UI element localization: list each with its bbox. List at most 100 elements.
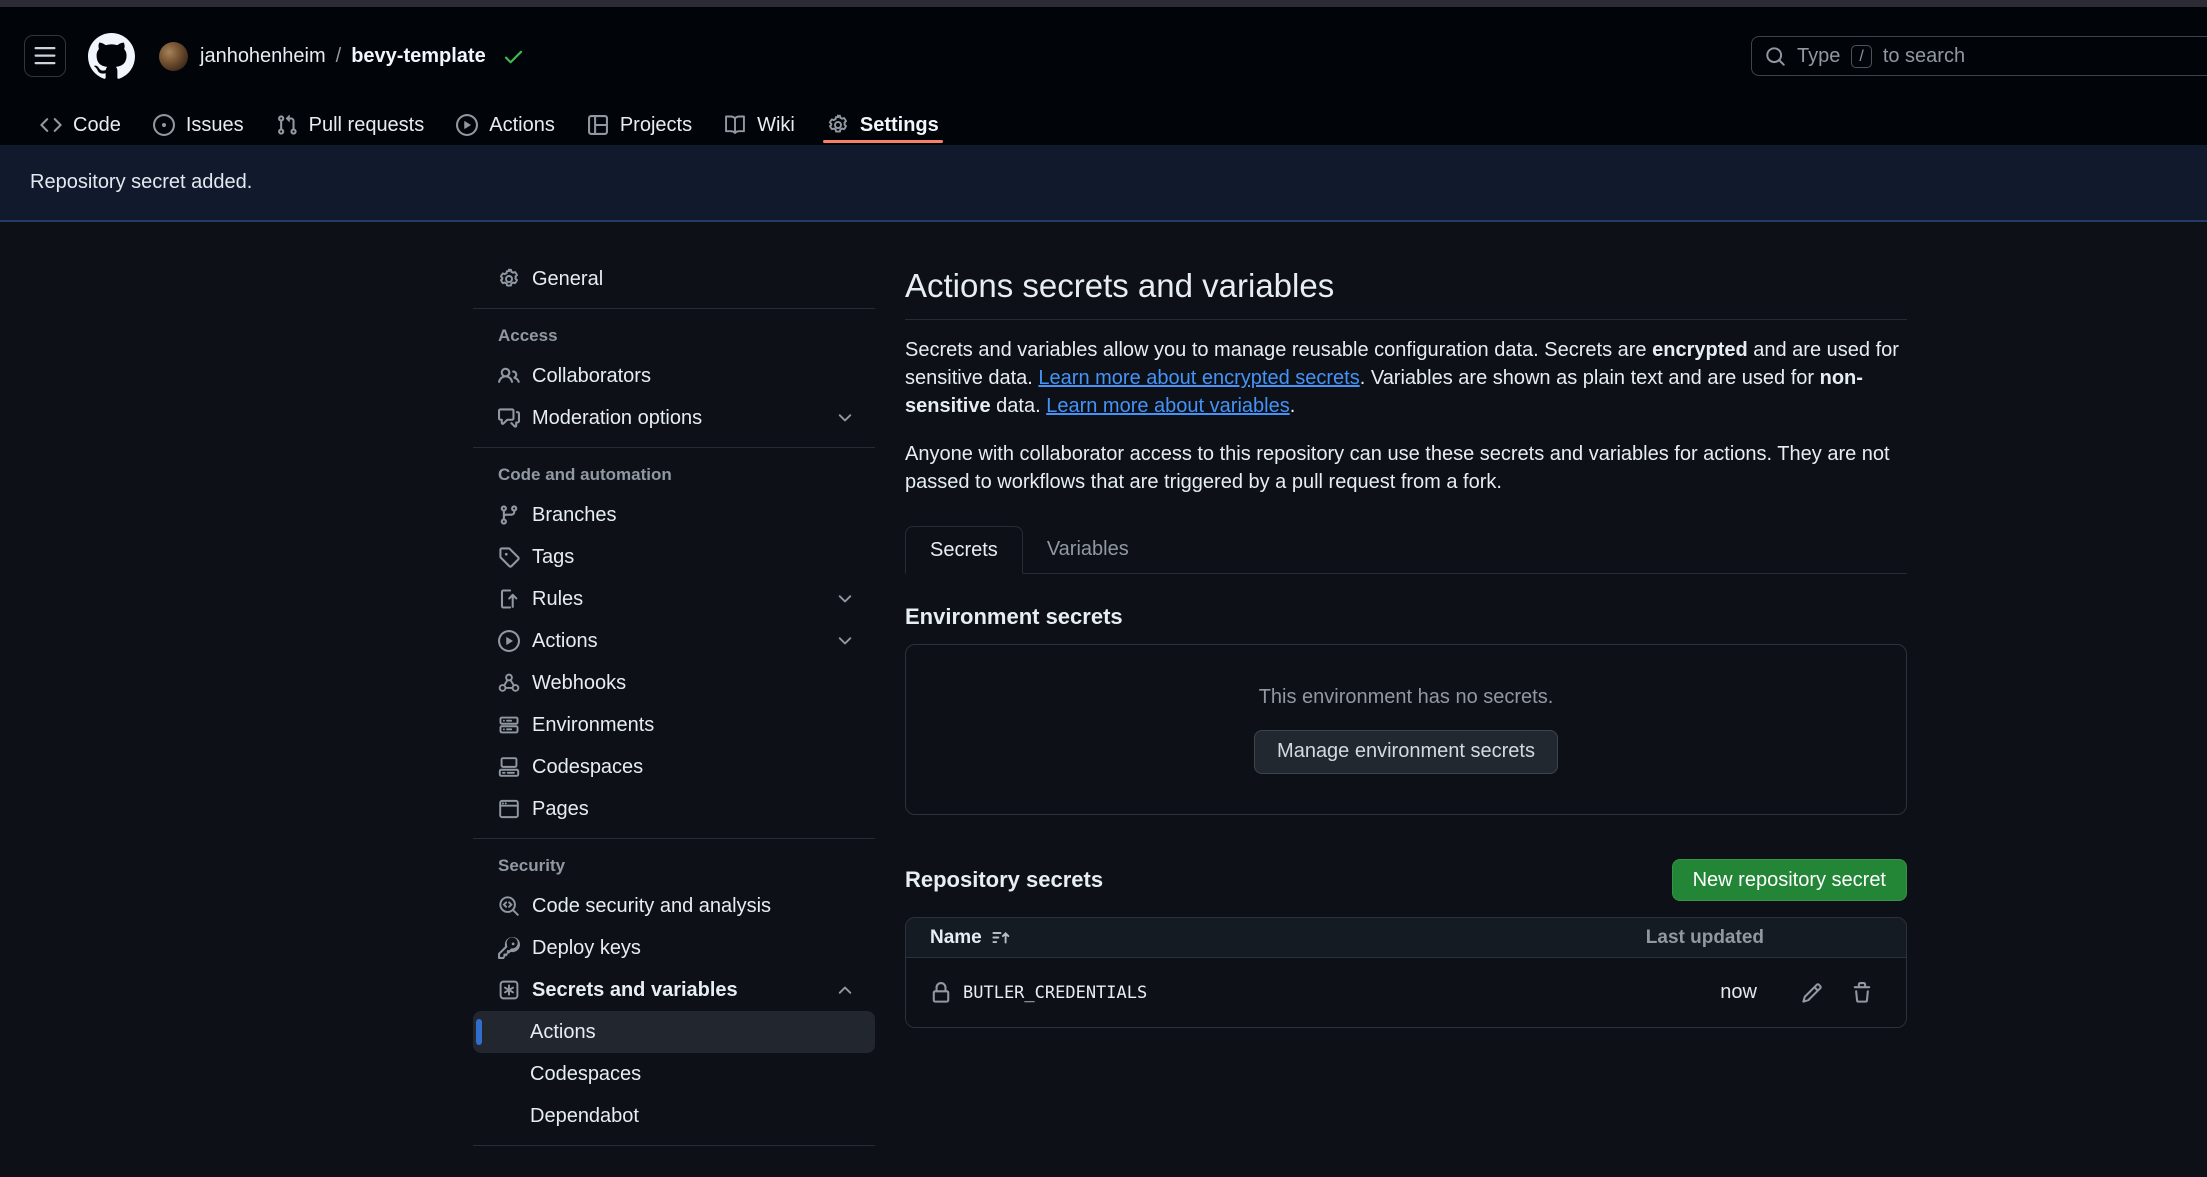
secrets-variables-tabnav: Secrets Variables [905, 526, 1907, 574]
sidebar-item-rules[interactable]: Rules [473, 578, 875, 620]
sidebar-subitem-actions-secrets[interactable]: Actions [473, 1011, 875, 1053]
tab-wiki[interactable]: Wiki [710, 105, 809, 145]
browser-icon [498, 798, 520, 820]
sidebar-item-actions[interactable]: Actions [473, 620, 875, 662]
sidebar-subitem-codespaces-secrets[interactable]: Codespaces [473, 1053, 875, 1095]
sidebar-item-label: Pages [532, 798, 589, 821]
table-icon [587, 114, 609, 136]
column-header-name[interactable]: Name [930, 927, 1010, 949]
intro-text: Secrets and variables allow you to manag… [905, 339, 1652, 361]
search-icon [1765, 46, 1786, 67]
lock-icon [930, 982, 952, 1004]
gear-icon [498, 268, 520, 290]
tab-variables[interactable]: Variables [1023, 526, 1153, 573]
repository-secrets-header: Repository secrets New repository secret [905, 859, 1907, 901]
collaborator-note-paragraph: Anyone with collaborator access to this … [905, 440, 1907, 496]
slash-key-hint: / [1851, 45, 1871, 68]
search-placeholder-suffix: to search [1883, 45, 1965, 68]
sidebar-item-label: Branches [532, 504, 617, 527]
environments-icon [498, 714, 520, 736]
sidebar-item-general[interactable]: General [473, 258, 875, 300]
tag-icon [498, 546, 520, 568]
rules-icon [498, 588, 520, 610]
breadcrumb-owner-link[interactable]: janhohenheim [200, 45, 326, 68]
tab-pull-requests[interactable]: Pull requests [262, 105, 439, 145]
chevron-down-icon [835, 589, 855, 609]
sidebar-subitem-dependabot-secrets[interactable]: Dependabot [473, 1095, 875, 1137]
key-icon [498, 937, 520, 959]
sidebar-item-label: General [532, 268, 603, 291]
secret-last-updated: now [1720, 981, 1757, 1004]
webhook-icon [498, 672, 520, 694]
intro-text: . Variables are shown as plain text and … [1360, 367, 1820, 389]
environment-secrets-box: This environment has no secrets. Manage … [905, 644, 1907, 815]
intro-paragraph: Secrets and variables allow you to manag… [905, 336, 1907, 420]
git-branch-icon [498, 504, 520, 526]
sidebar-item-label: Codespaces [532, 756, 643, 779]
intro-text: . [1290, 395, 1296, 417]
tab-label: Actions [489, 114, 555, 137]
sidebar-item-code-security[interactable]: Code security and analysis [473, 885, 875, 927]
sidebar-item-webhooks[interactable]: Webhooks [473, 662, 875, 704]
three-bars-icon [33, 44, 57, 68]
book-icon [724, 114, 746, 136]
chevron-down-icon [835, 408, 855, 428]
sidebar-item-label: Deploy keys [532, 937, 641, 960]
tab-label: Issues [186, 114, 244, 137]
sidebar-item-tags[interactable]: Tags [473, 536, 875, 578]
tab-issues[interactable]: Issues [139, 105, 258, 145]
edit-secret-button[interactable] [1801, 982, 1823, 1004]
breadcrumb-repo-link[interactable]: bevy-template [351, 45, 486, 68]
main-pane: Actions secrets and variables Secrets an… [905, 258, 1907, 1028]
new-repository-secret-button[interactable]: New repository secret [1672, 859, 1907, 901]
manage-environment-secrets-button[interactable]: Manage environment secrets [1254, 730, 1558, 774]
global-header: janhohenheim / bevy-template Type / to s… [0, 7, 2207, 105]
github-logo-icon[interactable] [88, 33, 135, 80]
sidebar-item-moderation-options[interactable]: Moderation options [473, 397, 875, 439]
play-circle-icon [456, 114, 478, 136]
settings-sidebar: General Access Collaborators Moderation … [473, 258, 875, 1154]
search-input[interactable]: Type / to search [1751, 36, 2207, 76]
avatar[interactable] [159, 42, 188, 71]
sidebar-item-branches[interactable]: Branches [473, 494, 875, 536]
asterisk-box-icon [498, 979, 520, 1001]
link-encrypted-secrets[interactable]: Learn more about encrypted secrets [1038, 367, 1359, 389]
sidebar-section-security: Security [473, 847, 875, 885]
divider [473, 308, 875, 309]
sidebar-item-collaborators[interactable]: Collaborators [473, 355, 875, 397]
tab-actions[interactable]: Actions [442, 105, 569, 145]
pull-request-icon [276, 114, 298, 136]
sidebar-item-secrets-and-variables[interactable]: Secrets and variables [473, 969, 875, 1011]
table-header-row: Name Last updated [906, 918, 1906, 958]
tab-code[interactable]: Code [26, 105, 135, 145]
tab-projects[interactable]: Projects [573, 105, 706, 145]
repository-secrets-heading: Repository secrets [905, 867, 1103, 893]
tab-label: Settings [860, 114, 939, 137]
delete-secret-button[interactable] [1851, 982, 1873, 1004]
sidebar-item-label: Environments [532, 714, 654, 737]
sidebar-item-codespaces[interactable]: Codespaces [473, 746, 875, 788]
sidebar-item-environments[interactable]: Environments [473, 704, 875, 746]
sidebar-item-pages[interactable]: Pages [473, 788, 875, 830]
sidebar-item-deploy-keys[interactable]: Deploy keys [473, 927, 875, 969]
tab-settings[interactable]: Settings [813, 105, 953, 145]
sidebar-item-label: Rules [532, 588, 583, 611]
tab-label: Projects [620, 114, 692, 137]
intro-text: data. [991, 395, 1047, 417]
play-circle-icon [498, 630, 520, 652]
intro-bold-encrypted: encrypted [1652, 339, 1748, 361]
chevron-up-icon [835, 980, 855, 1000]
code-icon [40, 114, 62, 136]
hamburger-menu-button[interactable] [24, 35, 66, 77]
tab-secrets[interactable]: Secrets [905, 526, 1023, 574]
sidebar-section-access: Access [473, 317, 875, 355]
link-variables[interactable]: Learn more about variables [1046, 395, 1289, 417]
sidebar-item-label: Webhooks [532, 672, 626, 695]
environment-secrets-heading: Environment secrets [905, 604, 1907, 630]
tab-label: Wiki [757, 114, 795, 137]
page-title: Actions secrets and variables [905, 265, 1907, 320]
sidebar-item-label: Collaborators [532, 365, 651, 388]
divider [473, 447, 875, 448]
issue-icon [153, 114, 175, 136]
search-placeholder-prefix: Type [1797, 45, 1840, 68]
